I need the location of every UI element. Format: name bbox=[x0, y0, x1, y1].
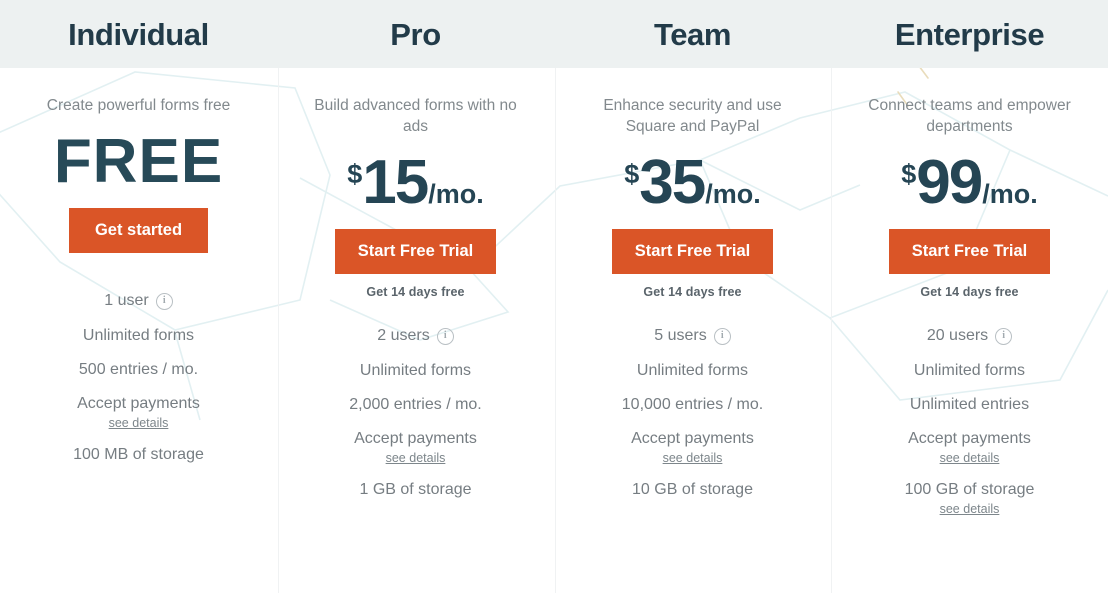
feature-payments: Accept payments bbox=[631, 429, 754, 447]
feature-entries: 10,000 entries / mo. bbox=[621, 395, 764, 413]
cta-zone-pro: Start Free Trial Get 14 days free bbox=[334, 229, 497, 299]
plan-title-cell-pro: Pro bbox=[277, 0, 554, 68]
plan-title-cell-individual: Individual bbox=[0, 0, 277, 68]
payments-see-details-link[interactable]: see details bbox=[386, 451, 446, 465]
price-amount: 99 bbox=[916, 148, 983, 217]
storage-see-details-link[interactable]: see details bbox=[940, 503, 1000, 516]
plan-title-pro: Pro bbox=[390, 16, 441, 52]
cta-zone-enterprise: Start Free Trial Get 14 days free bbox=[888, 229, 1051, 299]
price-currency: $ bbox=[347, 159, 363, 189]
feature-users-label: 1 user bbox=[104, 292, 149, 309]
info-icon[interactable]: i bbox=[155, 292, 173, 310]
feature-forms: Unlimited forms bbox=[359, 361, 472, 379]
info-icon[interactable]: i bbox=[713, 327, 731, 345]
plan-title-enterprise: Enterprise bbox=[894, 16, 1045, 52]
price-period: /mo. bbox=[428, 179, 484, 209]
feature-storage: 10 GB of storage bbox=[632, 481, 753, 498]
start-free-trial-button[interactable]: Start Free Trial bbox=[334, 229, 497, 274]
feature-forms: Unlimited forms bbox=[636, 361, 749, 379]
start-free-trial-button[interactable]: Start Free Trial bbox=[888, 229, 1051, 274]
feature-entries: 2,000 entries / mo. bbox=[349, 395, 482, 413]
feature-users: 1 user i bbox=[104, 292, 173, 310]
feature-storage: 100 GB of storage bbox=[904, 481, 1035, 498]
feature-list-team: 5 users i Unlimited forms 10,000 entries… bbox=[554, 327, 831, 499]
plan-columns: Create powerful forms free FREE Get star… bbox=[0, 68, 1108, 593]
plan-tagline-team: Enhance security and use Square and PayP… bbox=[603, 97, 782, 135]
plan-column-enterprise: Connect teams and empower departments $ … bbox=[831, 68, 1108, 593]
feature-list-pro: 2 users i Unlimited forms 2,000 entries … bbox=[277, 327, 554, 499]
feature-list-enterprise: 20 users i Unlimited forms Unlimited ent… bbox=[831, 327, 1108, 516]
info-icon[interactable]: i bbox=[436, 327, 454, 345]
plan-tagline-enterprise: Connect teams and empower departments bbox=[868, 97, 1071, 135]
feature-payments: Accept payments bbox=[77, 394, 200, 412]
feature-users: 20 users i bbox=[926, 327, 1013, 345]
plan-title-cell-enterprise: Enterprise bbox=[831, 0, 1108, 68]
payments-see-details-link[interactable]: see details bbox=[109, 416, 169, 430]
price-amount: 35 bbox=[639, 148, 706, 217]
cta-note-team: Get 14 days free bbox=[643, 284, 742, 299]
price-period: /mo. bbox=[705, 179, 761, 209]
plan-column-pro: Build advanced forms with no ads $ 15 /m… bbox=[277, 68, 554, 593]
plan-column-team: Enhance security and use Square and PayP… bbox=[554, 68, 831, 593]
feature-users-label: 2 users bbox=[377, 327, 430, 344]
feature-forms: Unlimited forms bbox=[82, 326, 195, 344]
feature-storage: 1 GB of storage bbox=[359, 481, 472, 498]
feature-payments: Accept payments bbox=[908, 429, 1031, 447]
price-period: /mo. bbox=[982, 179, 1038, 209]
price-line-pro: $ 15 /mo. bbox=[347, 152, 484, 214]
feature-storage: 100 MB of storage bbox=[73, 446, 204, 463]
plan-title-individual: Individual bbox=[68, 16, 209, 52]
feature-users-label: 5 users bbox=[654, 327, 707, 344]
price-currency: $ bbox=[901, 159, 917, 189]
feature-entries: 500 entries / mo. bbox=[78, 360, 199, 378]
get-started-button[interactable]: Get started bbox=[68, 208, 209, 253]
feature-users-label: 20 users bbox=[926, 327, 989, 344]
plan-title-cell-team: Team bbox=[554, 0, 831, 68]
plan-price-team: $ 35 /mo. bbox=[624, 137, 761, 229]
info-icon[interactable]: i bbox=[995, 327, 1013, 345]
plan-tagline-pro: Build advanced forms with no ads bbox=[314, 97, 517, 135]
plan-price-enterprise: $ 99 /mo. bbox=[901, 137, 1038, 229]
payments-see-details-link[interactable]: see details bbox=[663, 451, 723, 465]
feature-users: 2 users i bbox=[377, 327, 454, 345]
plan-title-team: Team bbox=[653, 16, 732, 52]
price-amount: 15 bbox=[362, 148, 429, 217]
feature-list-individual: 1 user i Unlimited forms 500 entries / m… bbox=[0, 292, 277, 464]
feature-entries: Unlimited entries bbox=[909, 395, 1030, 413]
price-free-label: FREE bbox=[53, 127, 224, 196]
cta-note-enterprise: Get 14 days free bbox=[920, 284, 1019, 299]
price-line-team: $ 35 /mo. bbox=[624, 152, 761, 214]
plan-column-individual: Create powerful forms free FREE Get star… bbox=[0, 68, 277, 593]
plan-price-individual: FREE bbox=[54, 116, 223, 208]
pricing-page: Individual Pro Team Enterprise Create po… bbox=[0, 0, 1108, 593]
price-line-enterprise: $ 99 /mo. bbox=[901, 152, 1038, 214]
cta-zone-individual: Get started bbox=[68, 208, 209, 264]
cta-zone-team: Start Free Trial Get 14 days free bbox=[611, 229, 774, 299]
plan-price-pro: $ 15 /mo. bbox=[347, 137, 484, 229]
feature-payments: Accept payments bbox=[354, 429, 477, 447]
price-currency: $ bbox=[624, 159, 640, 189]
plan-titles-row: Individual Pro Team Enterprise bbox=[0, 0, 1108, 68]
start-free-trial-button[interactable]: Start Free Trial bbox=[611, 229, 774, 274]
feature-forms: Unlimited forms bbox=[913, 361, 1026, 379]
feature-users: 5 users i bbox=[654, 327, 731, 345]
cta-note-pro: Get 14 days free bbox=[366, 284, 465, 299]
payments-see-details-link[interactable]: see details bbox=[940, 451, 1000, 465]
plan-tagline-individual: Create powerful forms free bbox=[46, 97, 231, 114]
